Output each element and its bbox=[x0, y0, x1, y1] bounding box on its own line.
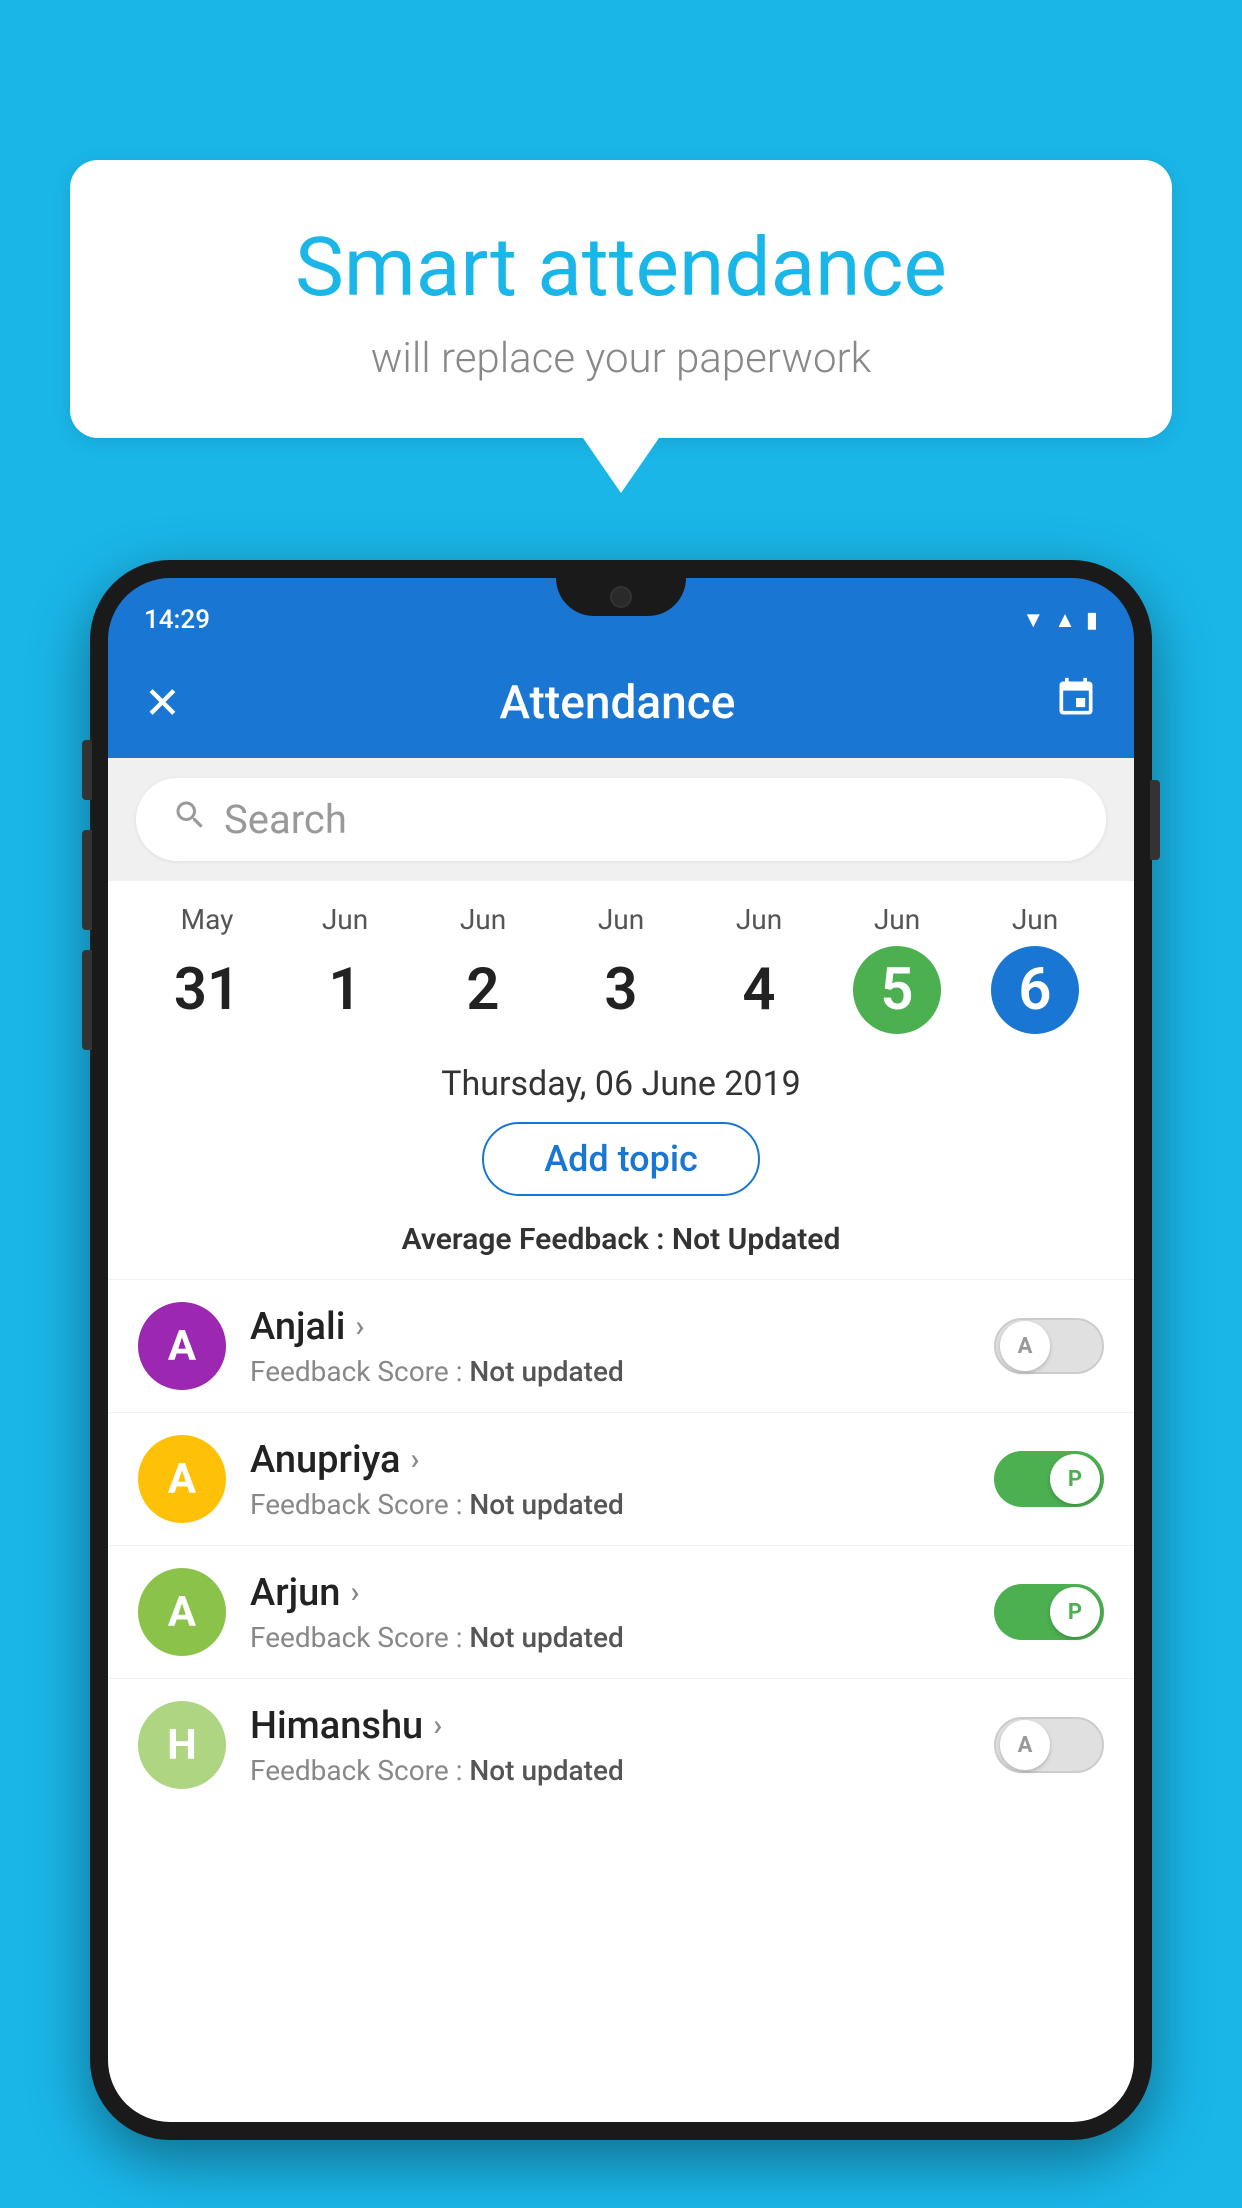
avg-feedback-text: Average Feedback : Not Updated bbox=[108, 1214, 1134, 1269]
list-item[interactable]: A Anupriya › Feedback Score : Not update… bbox=[108, 1412, 1134, 1545]
search-text: Search bbox=[224, 796, 347, 843]
calendar-day-4[interactable]: Jun 4 bbox=[690, 903, 828, 1034]
wifi-icon: ▼ bbox=[1022, 607, 1044, 633]
phone-side-button-left-2 bbox=[82, 830, 92, 930]
student-info: Himanshu › Feedback Score : Not updated bbox=[250, 1704, 970, 1787]
toggle-on[interactable]: P bbox=[994, 1584, 1104, 1640]
search-icon bbox=[172, 797, 208, 843]
phone-side-button-left-1 bbox=[82, 740, 92, 800]
add-topic-button[interactable]: Add topic bbox=[482, 1122, 760, 1196]
calendar-day-1[interactable]: Jun 1 bbox=[276, 903, 414, 1034]
phone-frame: 14:29 ▼ ▲ ▮ ✕ Attendance bbox=[90, 560, 1152, 2140]
toggle-on[interactable]: P bbox=[994, 1451, 1104, 1507]
avatar: A bbox=[138, 1302, 226, 1390]
phone-screen: ✕ Attendance Search bbox=[108, 648, 1134, 2122]
phone-wrapper: 14:29 ▼ ▲ ▮ ✕ Attendance bbox=[90, 560, 1152, 2208]
notch bbox=[556, 578, 686, 616]
search-bar[interactable]: Search bbox=[136, 778, 1106, 861]
chevron-right-icon: › bbox=[350, 1575, 359, 1610]
speech-bubble-subtitle: will replace your paperwork bbox=[130, 334, 1112, 383]
student-info: Anjali › Feedback Score : Not updated bbox=[250, 1305, 970, 1388]
status-time: 14:29 bbox=[144, 605, 210, 635]
student-info: Anupriya › Feedback Score : Not updated bbox=[250, 1438, 970, 1521]
list-item[interactable]: H Himanshu › Feedback Score : Not update… bbox=[108, 1678, 1134, 1811]
speech-bubble-title: Smart attendance bbox=[130, 220, 1112, 316]
toggle-off[interactable]: A bbox=[994, 1318, 1104, 1374]
calendar-day-5[interactable]: Jun 5 bbox=[828, 903, 966, 1034]
avatar: A bbox=[138, 1435, 226, 1523]
speech-bubble-wrapper: Smart attendance will replace your paper… bbox=[70, 160, 1172, 493]
search-bar-wrapper: Search bbox=[108, 758, 1134, 881]
attendance-toggle[interactable]: A bbox=[994, 1318, 1104, 1374]
selected-date-label: Thursday, 06 June 2019 bbox=[108, 1064, 1134, 1104]
chevron-right-icon: › bbox=[433, 1708, 442, 1743]
attendance-toggle[interactable]: A bbox=[994, 1717, 1104, 1773]
status-bar: 14:29 ▼ ▲ ▮ bbox=[108, 578, 1134, 648]
student-score: Feedback Score : Not updated bbox=[250, 1488, 970, 1521]
calendar-day-0[interactable]: May 31 bbox=[138, 903, 276, 1034]
student-name: Arjun › bbox=[250, 1571, 970, 1615]
list-item[interactable]: A Arjun › Feedback Score : Not updated P bbox=[108, 1545, 1134, 1678]
phone-side-button-right bbox=[1150, 780, 1160, 860]
chevron-right-icon: › bbox=[355, 1309, 364, 1344]
app-bar-title: Attendance bbox=[499, 676, 735, 730]
calendar-day-2[interactable]: Jun 2 bbox=[414, 903, 552, 1034]
attendance-toggle[interactable]: P bbox=[994, 1584, 1104, 1640]
student-score: Feedback Score : Not updated bbox=[250, 1754, 970, 1787]
speech-bubble: Smart attendance will replace your paper… bbox=[70, 160, 1172, 438]
student-list: A Anjali › Feedback Score : Not updated … bbox=[108, 1279, 1134, 1811]
calendar-day-6[interactable]: Jun 6 bbox=[966, 903, 1104, 1034]
app-bar: ✕ Attendance bbox=[108, 648, 1134, 758]
list-item[interactable]: A Anjali › Feedback Score : Not updated … bbox=[108, 1279, 1134, 1412]
battery-icon: ▮ bbox=[1086, 608, 1098, 633]
signal-icon: ▲ bbox=[1054, 607, 1076, 633]
chevron-right-icon: › bbox=[410, 1442, 419, 1477]
phone-side-button-left-3 bbox=[82, 950, 92, 1050]
close-icon[interactable]: ✕ bbox=[144, 677, 181, 729]
calendar-day-3[interactable]: Jun 3 bbox=[552, 903, 690, 1034]
date-info-section: Thursday, 06 June 2019 Add topic Average… bbox=[108, 1044, 1134, 1279]
attendance-toggle[interactable]: P bbox=[994, 1451, 1104, 1507]
student-info: Arjun › Feedback Score : Not updated bbox=[250, 1571, 970, 1654]
calendar-row: May 31 Jun 1 Jun 2 Jun 3 Jun 4 bbox=[108, 881, 1134, 1044]
student-name: Anjali › bbox=[250, 1305, 970, 1349]
status-icons: ▼ ▲ ▮ bbox=[1022, 607, 1098, 633]
student-score: Feedback Score : Not updated bbox=[250, 1355, 970, 1388]
student-name: Anupriya › bbox=[250, 1438, 970, 1482]
calendar-icon[interactable] bbox=[1054, 676, 1098, 731]
avatar: A bbox=[138, 1568, 226, 1656]
student-name: Himanshu › bbox=[250, 1704, 970, 1748]
toggle-off[interactable]: A bbox=[994, 1717, 1104, 1773]
student-score: Feedback Score : Not updated bbox=[250, 1621, 970, 1654]
speech-bubble-arrow bbox=[583, 438, 659, 493]
notch-camera bbox=[610, 586, 632, 608]
avatar: H bbox=[138, 1701, 226, 1789]
